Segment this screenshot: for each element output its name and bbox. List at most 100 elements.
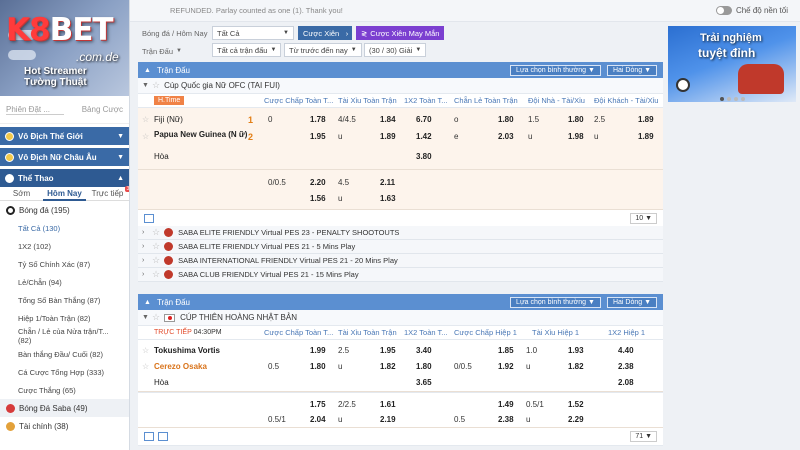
- brand-banner[interactable]: K8BET .com.de Hot Streamer Tường Thuật: [0, 0, 129, 96]
- odds-cell[interactable]: 1.98: [568, 132, 584, 141]
- list-view-icon[interactable]: [144, 214, 154, 223]
- tab-early[interactable]: Sớm: [0, 189, 43, 198]
- odds-cell[interactable]: 3.40: [416, 346, 432, 355]
- odds-cell[interactable]: 2.38: [618, 362, 634, 371]
- odds-cell[interactable]: 2.08: [618, 378, 634, 387]
- odds-cell[interactable]: 2.20: [310, 178, 326, 187]
- odds-cell[interactable]: 1.80: [498, 115, 514, 124]
- promo-banner[interactable]: Trải nghiệm tuyệt đỉnh: [668, 26, 796, 102]
- tab-today[interactable]: Hôm Nay: [43, 187, 86, 201]
- normal-view-select[interactable]: Lựa chọn bình thường ▼: [510, 64, 601, 76]
- odds-cell[interactable]: 3.80: [416, 152, 432, 161]
- odds-cell[interactable]: 1.99: [310, 346, 326, 355]
- chevron-up-icon[interactable]: ▲: [144, 299, 151, 306]
- sub-item-all[interactable]: Tất Cả (130): [0, 219, 129, 237]
- star-icon[interactable]: ☆: [142, 132, 149, 141]
- match-type-select[interactable]: Trận Đấu ▼: [138, 44, 186, 58]
- sub-item-outright[interactable]: Cược Thắng (65): [0, 381, 129, 399]
- odds-cell[interactable]: 1.80: [568, 115, 584, 124]
- odds-cell[interactable]: 4.40: [618, 346, 634, 355]
- league-count-select[interactable]: (30 / 30) Giải ▼: [364, 43, 427, 57]
- star-icon[interactable]: ☆: [152, 312, 160, 323]
- sub-item-1x2[interactable]: 1X2 (102): [0, 237, 129, 255]
- sub-item-first-last-goal[interactable]: Bàn thắng Đầu/ Cuối (82): [0, 345, 129, 363]
- two-lines-select[interactable]: Hai Dòng ▼: [606, 296, 657, 308]
- grid-view-icon[interactable]: [158, 432, 168, 441]
- star-icon[interactable]: ☆: [142, 346, 149, 355]
- list-view-icon[interactable]: [144, 432, 154, 441]
- odds-cell[interactable]: 1.92: [498, 362, 514, 371]
- odds-cell[interactable]: 1.42: [416, 132, 432, 141]
- odds-cell[interactable]: 1.89: [380, 132, 396, 141]
- odds-cell[interactable]: 1.95: [310, 132, 326, 141]
- sort-select[interactable]: Phiên Đặt ...: [6, 105, 64, 115]
- world-cup-header[interactable]: Vô Địch Thế Giới ▼: [0, 127, 129, 145]
- odds-cell[interactable]: 1.52: [568, 400, 584, 409]
- odds-cell[interactable]: 2.19: [380, 415, 396, 424]
- odds-cell[interactable]: 1.82: [568, 362, 584, 371]
- league-collapsed[interactable]: › ☆ SABA CLUB FRIENDLY Virtual PES 21 - 15…: [138, 268, 663, 282]
- odds-cell[interactable]: 3.65: [416, 378, 432, 387]
- odds-cell[interactable]: 1.49: [498, 400, 514, 409]
- league-collapsed[interactable]: › ☆ SABA INTERNATIONAL FRIENDLY Virtual PE…: [138, 254, 663, 268]
- odds-cell[interactable]: 1.84: [380, 115, 396, 124]
- odds-cell[interactable]: 2.29: [568, 415, 584, 424]
- odds-cell[interactable]: 1.61: [380, 400, 396, 409]
- bet-table-link[interactable]: Bảng Cược: [82, 105, 123, 114]
- star-icon[interactable]: ☆: [152, 269, 160, 280]
- sub-item-odd-even[interactable]: Lẻ/Chẵn (94): [0, 273, 129, 291]
- chevron-up-icon[interactable]: ▲: [144, 67, 151, 74]
- odds-cell[interactable]: 1.63: [380, 194, 396, 203]
- odds-cell[interactable]: 2.03: [498, 132, 514, 141]
- odds-cell[interactable]: 1.80: [416, 362, 432, 371]
- page-size-select[interactable]: 71 ▼: [630, 431, 657, 442]
- odds-cell[interactable]: 1.93: [568, 346, 584, 355]
- odds-cell[interactable]: 6.70: [416, 115, 432, 124]
- dark-mode-toggle[interactable]: Chế độ nền tối: [715, 6, 788, 15]
- euro-women-header[interactable]: Vô Địch Nữ Châu Âu ▼: [0, 148, 129, 166]
- odds-cell[interactable]: 1.75: [310, 400, 326, 409]
- tab-live[interactable]: Trực tiếp30: [86, 186, 129, 198]
- odds-cell[interactable]: 1.82: [380, 362, 396, 371]
- sport-football[interactable]: Bóng đá (195): [0, 201, 129, 219]
- odds-cell[interactable]: 1.80: [310, 362, 326, 371]
- parlay-button[interactable]: Cược Xiên: [298, 26, 345, 40]
- sub-item-total-goals[interactable]: Tổng Số Bàn Thắng (87): [0, 291, 129, 309]
- league-select[interactable]: Tất Cả ▼: [212, 26, 294, 40]
- odds-cell[interactable]: 1.89: [638, 115, 654, 124]
- normal-view-select[interactable]: Lựa chọn bình thường ▼: [510, 296, 601, 308]
- star-icon[interactable]: ☆: [142, 362, 149, 371]
- sub-item-half-full[interactable]: Hiệp 1/Toàn Trận (82): [0, 309, 129, 327]
- sport-finance[interactable]: Tài chính (38): [0, 417, 129, 435]
- lucky-parlay-button[interactable]: ≷ Cược Xiên May Mắn: [356, 26, 445, 40]
- odds-cell[interactable]: 2.04: [310, 415, 326, 424]
- two-lines-select[interactable]: Hai Dòng ▼: [606, 64, 657, 76]
- odds-cell[interactable]: 2.11: [380, 178, 395, 187]
- league-row[interactable]: ▼ ☆ Cúp Quốc gia Nữ OFC (TAI FUI): [138, 78, 663, 94]
- odds-cell[interactable]: 1.78: [310, 115, 326, 124]
- sub-item-half-odd-even[interactable]: Chẵn / Lẻ của Nửa trận/T... (82): [0, 327, 129, 345]
- odds-cell[interactable]: 1.56: [310, 194, 326, 203]
- star-icon[interactable]: ☆: [152, 255, 160, 266]
- all-matches-select[interactable]: Tất cả trận đấu ▼: [212, 43, 282, 57]
- sports-header[interactable]: Thể Thao ▲: [0, 169, 129, 187]
- odds-cell[interactable]: 2.38: [498, 415, 514, 424]
- league-row[interactable]: ▼ ☆ CÚP THIÊN HOÀNG NHẬT BẢN: [138, 310, 663, 326]
- star-icon[interactable]: ☆: [152, 80, 160, 91]
- breadcrumb[interactable]: Bóng đá / Hôm Nay: [138, 26, 211, 40]
- sport-saba-football[interactable]: Bóng Đá Saba (49): [0, 399, 129, 417]
- carousel-dots[interactable]: [720, 97, 745, 101]
- star-icon[interactable]: ☆: [152, 227, 160, 238]
- star-icon[interactable]: ☆: [152, 241, 160, 252]
- league-collapsed[interactable]: › ☆ SABA ELITE FRIENDLY Virtual PES 21 - 5…: [138, 240, 663, 254]
- sort-select[interactable]: Từ trước đến nay ▼: [284, 43, 362, 57]
- star-icon[interactable]: ☆: [142, 115, 149, 124]
- odds-cell[interactable]: 1.85: [498, 346, 514, 355]
- league-collapsed[interactable]: › ☆ SABA ELITE FRIENDLY Virtual PES 23 - P…: [138, 226, 663, 240]
- odds-cell[interactable]: 1.95: [380, 346, 396, 355]
- sub-item-correct-score[interactable]: Tỷ Số Chính Xác (87): [0, 255, 129, 273]
- arrow-right-icon[interactable]: ›: [342, 26, 352, 40]
- page-size-select[interactable]: 10 ▼: [630, 213, 657, 224]
- odds-cell[interactable]: 1.89: [638, 132, 654, 141]
- sub-item-mix-parlay[interactable]: Cá Cược Tổng Hợp (333): [0, 363, 129, 381]
